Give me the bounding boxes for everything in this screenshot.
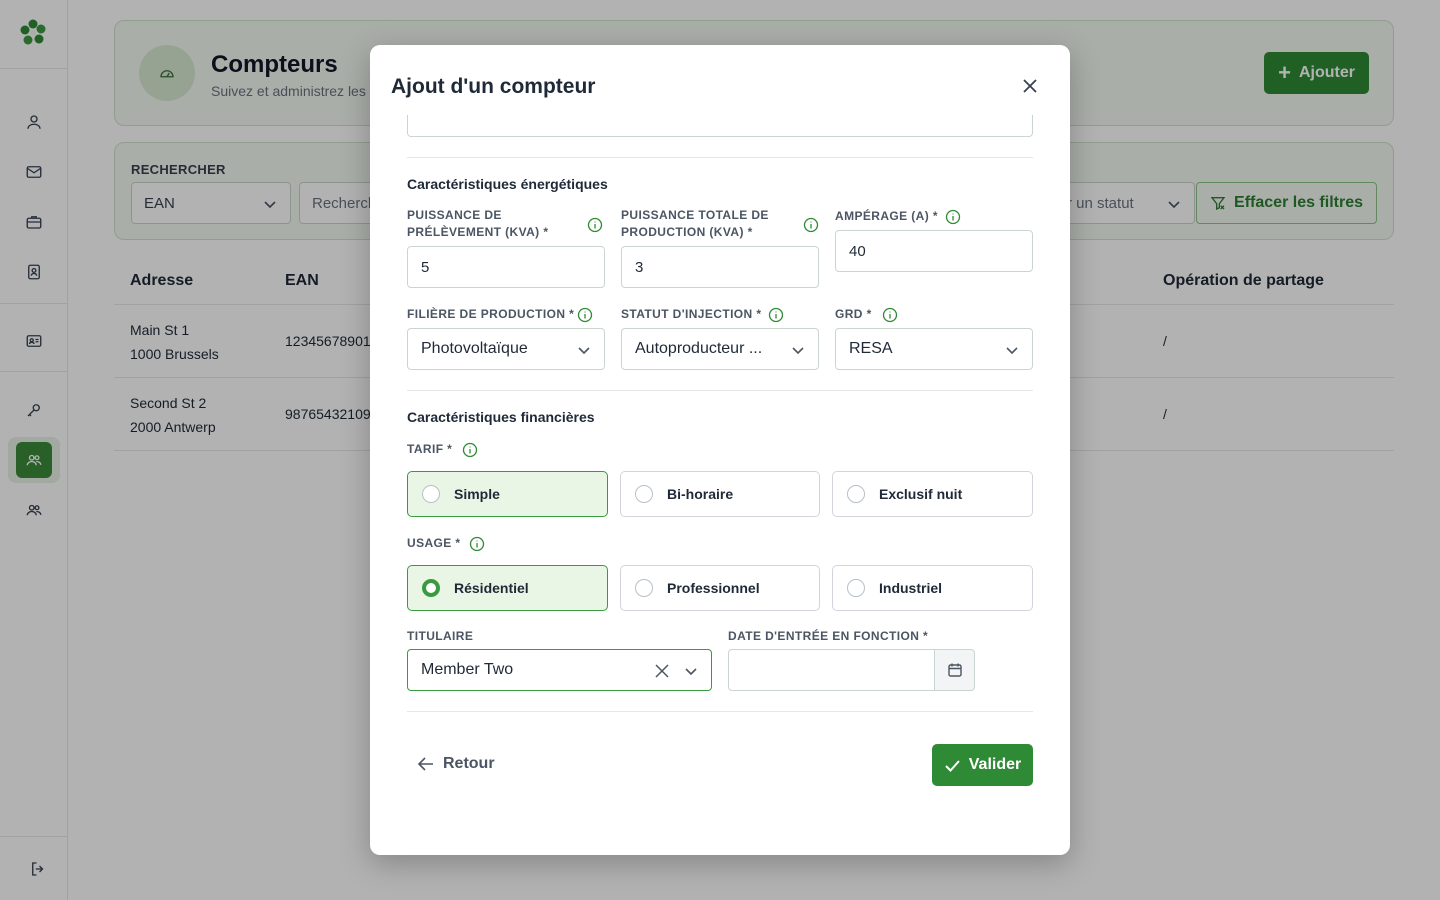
amperage-label: AMPÉRAGE (A) * — [835, 209, 938, 223]
energy-section-title: Caractéristiques énergétiques — [407, 176, 608, 192]
puissance-prelevement-label: PUISSANCE DE PRÉLÈVEMENT (KVA) * — [407, 208, 549, 239]
chevron-down-icon — [792, 347, 804, 355]
radio-button[interactable] — [847, 579, 865, 597]
puissance-prelevement-input[interactable]: 5 — [407, 246, 605, 288]
radio-button[interactable] — [422, 485, 440, 503]
date-entree-input[interactable] — [728, 649, 935, 691]
check-icon — [945, 759, 960, 772]
tarif-option-label: Exclusif nuit — [879, 486, 963, 502]
info-icon[interactable] — [882, 307, 898, 323]
puissance-production-label: PUISSANCE TOTALE DE PRODUCTION (KVA) * — [621, 208, 769, 239]
titulaire-value: Member Two — [421, 661, 514, 678]
info-icon[interactable] — [768, 307, 784, 323]
arrow-left-icon — [417, 757, 433, 771]
radio-button-checked[interactable] — [422, 579, 440, 597]
radio-button[interactable] — [635, 485, 653, 503]
statut-injection-label: STATUT D'INJECTION * — [621, 307, 762, 321]
usage-option-industriel[interactable]: Industriel — [832, 565, 1033, 611]
close-icon[interactable] — [1020, 76, 1040, 96]
tarif-label: TARIF * — [407, 442, 453, 456]
titulaire-label: TITULAIRE — [407, 629, 474, 643]
finance-section-title: Caractéristiques financières — [407, 409, 595, 425]
puissance-production-input[interactable]: 3 — [621, 246, 819, 288]
add-meter-dialog: Ajout d'un compteur Caractéristiques éne… — [370, 45, 1070, 855]
divider — [407, 390, 1033, 391]
info-icon[interactable] — [469, 536, 485, 552]
grd-value: RESA — [849, 340, 893, 357]
validate-button[interactable]: Valider — [932, 744, 1033, 786]
usage-option-label: Résidentiel — [454, 580, 529, 596]
divider — [407, 157, 1033, 158]
tarif-option-exclusif-nuit[interactable]: Exclusif nuit — [832, 471, 1033, 517]
radio-button[interactable] — [635, 579, 653, 597]
calendar-button[interactable] — [934, 649, 975, 691]
back-button[interactable]: Retour — [417, 755, 495, 773]
filiere-value: Photovoltaïque — [421, 340, 528, 357]
statut-injection-value: Autoproducteur ... — [635, 340, 763, 357]
grd-label: GRD * — [835, 307, 872, 321]
usage-label: USAGE * — [407, 536, 461, 550]
chevron-down-icon — [1006, 347, 1018, 355]
tarif-option-label: Simple — [454, 486, 500, 502]
usage-option-professionnel[interactable]: Professionnel — [620, 565, 820, 611]
dialog-title: Ajout d'un compteur — [391, 75, 596, 98]
date-entree-label: DATE D'ENTRÉE EN FONCTION * — [728, 629, 929, 643]
clear-icon[interactable] — [655, 664, 669, 678]
chevron-down-icon — [578, 347, 590, 355]
info-icon[interactable] — [462, 442, 478, 458]
filiere-select[interactable]: Photovoltaïque — [407, 328, 605, 370]
amperage-input[interactable]: 40 — [835, 230, 1033, 272]
tarif-option-label: Bi-horaire — [667, 486, 734, 502]
usage-option-label: Professionnel — [667, 580, 760, 596]
info-icon[interactable] — [803, 217, 819, 233]
notes-textarea[interactable] — [407, 115, 1033, 137]
usage-option-residentiel[interactable]: Résidentiel — [407, 565, 608, 611]
info-icon[interactable] — [945, 209, 961, 225]
validate-button-label: Valider — [968, 756, 1022, 773]
grd-select[interactable]: RESA — [835, 328, 1033, 370]
usage-option-label: Industriel — [879, 580, 943, 596]
back-button-label: Retour — [443, 755, 495, 772]
titulaire-select[interactable]: Member Two — [407, 649, 712, 691]
tarif-option-bi-horaire[interactable]: Bi-horaire — [620, 471, 820, 517]
calendar-icon — [947, 663, 962, 677]
statut-injection-select[interactable]: Autoproducteur ... — [621, 328, 819, 370]
radio-button[interactable] — [847, 485, 865, 503]
divider — [407, 711, 1033, 712]
info-icon[interactable] — [587, 217, 603, 233]
filiere-label: FILIÈRE DE PRODUCTION * — [407, 307, 575, 321]
tarif-option-simple[interactable]: Simple — [407, 471, 608, 517]
chevron-down-icon — [685, 668, 697, 676]
info-icon[interactable] — [577, 307, 593, 323]
